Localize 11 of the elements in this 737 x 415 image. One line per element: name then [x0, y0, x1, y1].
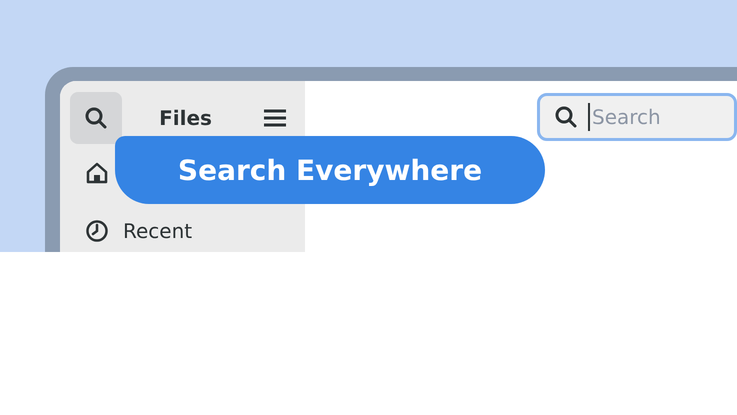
clock-icon [85, 219, 109, 243]
search-button[interactable] [70, 92, 122, 144]
menu-icon [264, 109, 286, 127]
search-box[interactable]: Search [537, 93, 737, 141]
sidebar-item[interactable]: Recent [123, 219, 192, 243]
window-title: Files [158, 106, 213, 130]
search-icon [554, 105, 578, 129]
home-icon [85, 161, 109, 185]
search-icon [84, 106, 108, 130]
search-input[interactable]: Search [592, 105, 732, 129]
banner-label: Search Everywhere [115, 136, 545, 204]
